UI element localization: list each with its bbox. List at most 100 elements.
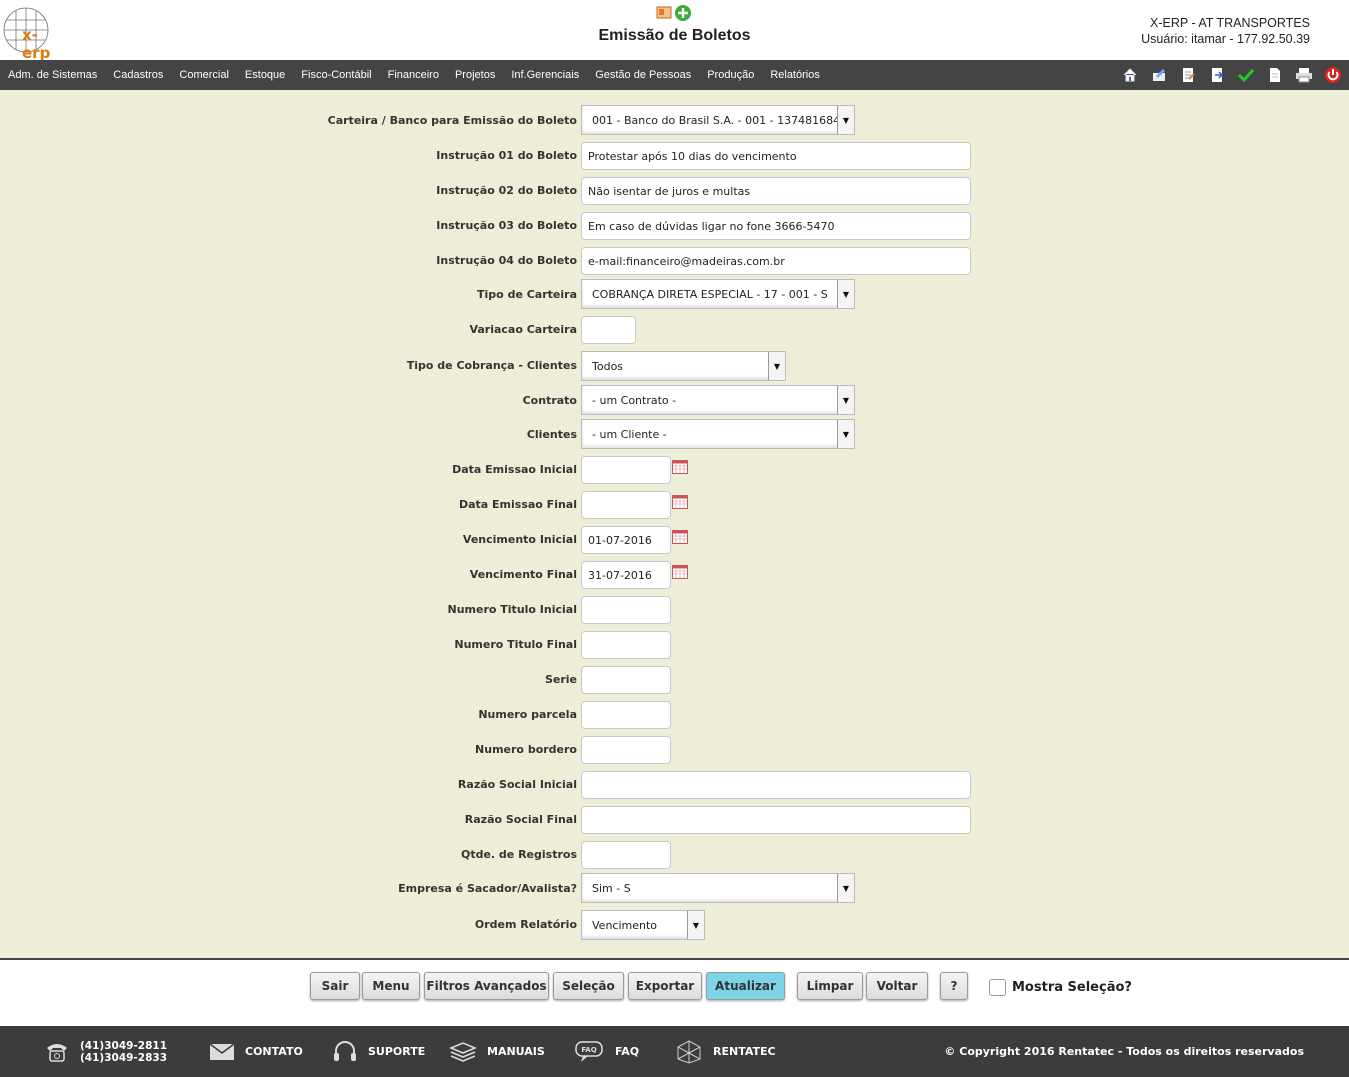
row-sacador: Empresa é Sacador/Avalista? Sim - S ▼ xyxy=(0,873,1349,903)
contato-label: CONTATO xyxy=(245,1045,303,1058)
row-contrato: Contrato - um Contrato - ▼ xyxy=(0,385,1349,415)
footer-faq-link[interactable]: FAQ FAQ xyxy=(575,1026,639,1077)
instr2-label: Instrução 02 do Boleto xyxy=(436,184,577,197)
footer-manuais-link[interactable]: MANUAIS xyxy=(449,1026,545,1077)
add-icon[interactable] xyxy=(674,4,692,27)
calendar-icon[interactable] xyxy=(672,530,688,544)
filtros-avancados-button[interactable]: Filtros Avançados xyxy=(424,972,549,1000)
data-emissao-fim-input[interactable] xyxy=(581,491,671,519)
mostra-selecao-checkbox[interactable] xyxy=(989,979,1006,996)
variacao-input[interactable] xyxy=(581,316,636,344)
num-titulo-fim-input[interactable] xyxy=(581,631,671,659)
chevron-down-icon[interactable]: ▼ xyxy=(768,352,785,380)
menu-item-gestao-pessoas[interactable]: Gestão de Pessoas xyxy=(587,69,699,81)
row-variacao: Variacao Carteira xyxy=(0,316,1349,346)
data-emissao-ini-label: Data Emissao Inicial xyxy=(452,463,577,476)
menu-button[interactable]: Menu xyxy=(362,972,420,1000)
help-button[interactable]: ? xyxy=(940,972,968,1000)
filter-form: Carteira / Banco para Emissão do Boleto … xyxy=(0,90,1349,958)
document-icon[interactable] xyxy=(1265,65,1285,85)
limpar-button[interactable]: Limpar xyxy=(797,972,863,1000)
menu-item-cadastros[interactable]: Cadastros xyxy=(105,69,171,81)
chevron-down-icon[interactable]: ▼ xyxy=(837,386,854,414)
venc-fim-input[interactable]: 31-07-2016 xyxy=(581,561,671,589)
exportar-button[interactable]: Exportar xyxy=(628,972,702,1000)
report-icon[interactable] xyxy=(656,4,672,27)
user-info: Usuário: itamar - 177.92.50.39 xyxy=(1141,32,1310,46)
sair-button[interactable]: Sair xyxy=(310,972,360,1000)
num-titulo-fim-label: Numero Titulo Final xyxy=(454,638,577,651)
document-edit-icon[interactable] xyxy=(1178,65,1198,85)
calendar-icon[interactable] xyxy=(672,565,688,579)
button-bar: Sair Menu Filtros Avançados Seleção Expo… xyxy=(0,958,1349,1026)
selecao-button[interactable]: Seleção xyxy=(553,972,624,1000)
row-razao-fim: Razão Social Final xyxy=(0,806,1349,836)
chevron-down-icon[interactable]: ▼ xyxy=(837,874,854,902)
row-instr2: Instrução 02 do Boleto Não isentar de ju… xyxy=(0,177,1349,207)
print-icon[interactable] xyxy=(1294,65,1314,85)
num-bordero-input[interactable] xyxy=(581,736,671,764)
home-icon[interactable] xyxy=(1120,65,1140,85)
instr4-input[interactable]: e-mail:financeiro@madeiras.com.br xyxy=(581,247,971,275)
menu-item-financeiro[interactable]: Financeiro xyxy=(380,69,447,81)
power-icon[interactable] xyxy=(1323,65,1343,85)
clientes-select[interactable]: - um Cliente - ▼ xyxy=(581,419,855,449)
menu-item-inf-gerenciais[interactable]: Inf.Gerenciais xyxy=(503,69,587,81)
ordem-select[interactable]: Vencimento ▼ xyxy=(581,910,705,940)
chevron-down-icon[interactable]: ▼ xyxy=(837,280,854,308)
row-tipo-carteira: Tipo de Carteira COBRANÇA DIRETA ESPECIA… xyxy=(0,279,1349,309)
chevron-down-icon[interactable]: ▼ xyxy=(687,911,704,939)
export-icon[interactable] xyxy=(1207,65,1227,85)
footer: (41)3049-2811 (41)3049-2833 CONTATO SUPO… xyxy=(0,1026,1349,1077)
chevron-down-icon[interactable]: ▼ xyxy=(837,420,854,448)
copyright: © Copyright 2016 Rentatec - Todos os dir… xyxy=(944,1045,1304,1058)
footer-suporte-link[interactable]: SUPORTE xyxy=(332,1026,425,1077)
num-parcela-input[interactable] xyxy=(581,701,671,729)
tipo-carteira-select[interactable]: COBRANÇA DIRETA ESPECIAL - 17 - 001 - S … xyxy=(581,279,855,309)
instr2-input[interactable]: Não isentar de juros e multas xyxy=(581,177,971,205)
calendar-icon[interactable] xyxy=(672,495,688,509)
ordem-value: Vencimento xyxy=(592,918,658,932)
data-emissao-ini-input[interactable] xyxy=(581,456,671,484)
instr3-input[interactable]: Em caso de dúvidas ligar no fone 3666-54… xyxy=(581,212,971,240)
manuais-label: MANUAIS xyxy=(487,1045,545,1058)
menu-item-adm[interactable]: Adm. de Sistemas xyxy=(0,69,105,81)
menu-item-comercial[interactable]: Comercial xyxy=(171,69,237,81)
edit-icon[interactable] xyxy=(1149,65,1169,85)
serie-input[interactable] xyxy=(581,666,671,694)
footer-contato-link[interactable]: CONTATO xyxy=(209,1026,303,1077)
calendar-icon[interactable] xyxy=(672,460,688,474)
contrato-label: Contrato xyxy=(522,394,577,407)
voltar-button[interactable]: Voltar xyxy=(866,972,928,1000)
menu-item-estoque[interactable]: Estoque xyxy=(237,69,293,81)
clientes-value: - um Cliente - xyxy=(592,427,667,441)
razao-fim-input[interactable] xyxy=(581,806,971,834)
tipo-cobranca-select[interactable]: Todos ▼ xyxy=(581,351,786,381)
instr1-input[interactable]: Protestar após 10 dias do vencimento xyxy=(581,142,971,170)
footer-rentatec-link[interactable]: RENTATEC xyxy=(675,1026,776,1077)
carteira-select[interactable]: 001 - Banco do Brasil S.A. - 001 - 13748… xyxy=(581,105,855,135)
row-venc-fim: Vencimento Final 31-07-2016 xyxy=(0,561,1349,591)
menu-item-relatorios[interactable]: Relatórios xyxy=(762,69,828,81)
qtde-input[interactable] xyxy=(581,841,671,869)
menu-item-producao[interactable]: Produção xyxy=(699,69,762,81)
tipo-carteira-value: COBRANÇA DIRETA ESPECIAL - 17 - 001 - S xyxy=(592,287,828,301)
menu-item-projetos[interactable]: Projetos xyxy=(447,69,503,81)
menu-item-fisco[interactable]: Fisco-Contábil xyxy=(293,69,379,81)
atualizar-button[interactable]: Atualizar xyxy=(706,972,785,1000)
chevron-down-icon[interactable]: ▼ xyxy=(837,106,854,134)
check-icon[interactable] xyxy=(1236,65,1256,85)
razao-ini-input[interactable] xyxy=(581,771,971,799)
contrato-value: - um Contrato - xyxy=(592,393,677,407)
menu-bar: Adm. de Sistemas Cadastros Comercial Est… xyxy=(0,60,1349,90)
main-menu: Adm. de Sistemas Cadastros Comercial Est… xyxy=(0,60,828,90)
tipo-cobranca-label: Tipo de Cobrança - Clientes xyxy=(406,359,577,372)
books-icon xyxy=(449,1041,477,1062)
phone-icon xyxy=(47,1043,67,1062)
venc-ini-input[interactable]: 01-07-2016 xyxy=(581,526,671,554)
num-titulo-ini-input[interactable] xyxy=(581,596,671,624)
phone-1: (41)3049-2811 xyxy=(80,1039,168,1052)
network-icon xyxy=(677,1039,701,1064)
contrato-select[interactable]: - um Contrato - ▼ xyxy=(581,385,855,415)
sacador-select[interactable]: Sim - S ▼ xyxy=(581,873,855,903)
